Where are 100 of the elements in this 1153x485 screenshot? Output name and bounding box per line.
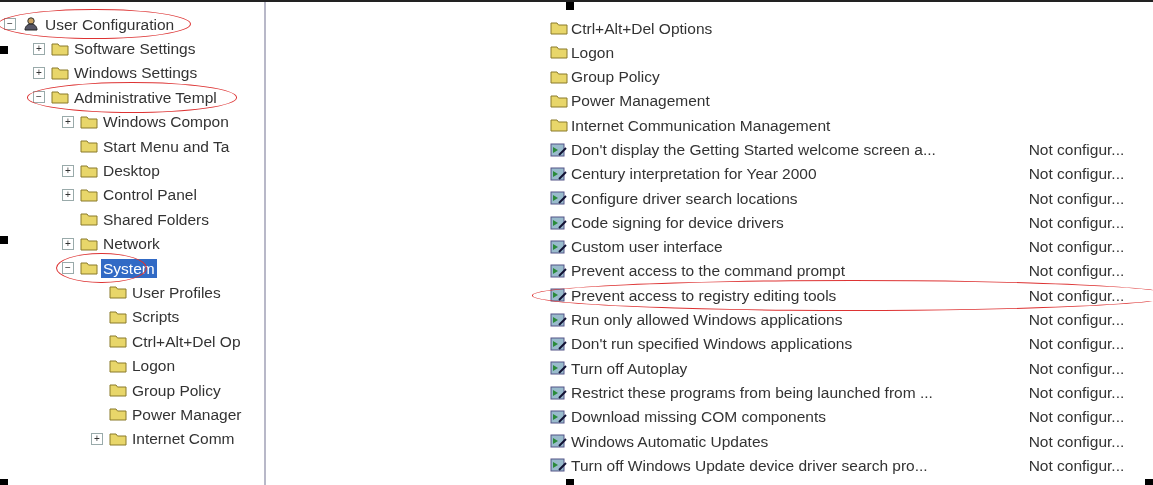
tree-item[interactable]: Administrative Templ: [72, 87, 219, 107]
folder-icon: [109, 431, 127, 446]
list-item-name[interactable]: Internet Communication Management: [571, 113, 1031, 137]
tree-item[interactable]: Software Settings: [72, 39, 198, 59]
resize-handle: [566, 479, 574, 485]
setting-state: Not configur...: [1028, 140, 1126, 160]
tree-item[interactable]: Shared Folders: [101, 209, 211, 229]
resize-handle: [0, 236, 8, 244]
folder-icon: [550, 94, 568, 109]
tree-item[interactable]: Control Panel: [101, 185, 199, 205]
policy-icon: [550, 264, 568, 279]
list-item-name[interactable]: Run only allowed Windows applications: [571, 308, 1029, 332]
setting-state: Not configur...: [1028, 310, 1126, 331]
list-item-name[interactable]: Download missing COM components: [571, 405, 1029, 429]
tree-item[interactable]: Windows Compon: [101, 112, 231, 132]
expand-toggle[interactable]: +: [62, 164, 74, 177]
user-icon: [22, 17, 40, 32]
folder-icon: [51, 41, 69, 56]
folder-icon: [80, 114, 98, 129]
tree-item[interactable]: Desktop: [101, 161, 162, 181]
folder-icon: [109, 358, 127, 373]
setting-state: Not configur...: [1028, 237, 1126, 258]
expand-toggle[interactable]: −: [4, 18, 16, 31]
policy-icon: [550, 385, 568, 400]
tree-item[interactable]: User Configuration: [43, 14, 177, 34]
tree-item[interactable]: Internet Comm: [130, 429, 237, 449]
tree-item[interactable]: Group Policy: [130, 380, 223, 400]
list-item-name[interactable]: Prevent access to the command prompt: [571, 259, 1029, 283]
list-item-name[interactable]: Turn off Autoplay: [571, 356, 1029, 380]
setting-state: Not configur...: [1028, 358, 1126, 379]
resize-handle: [1145, 479, 1153, 485]
tree-item[interactable]: Logon: [130, 356, 178, 376]
expand-toggle[interactable]: +: [62, 237, 74, 250]
folder-icon: [80, 187, 98, 202]
policy-icon: [550, 361, 568, 376]
list-item-name[interactable]: Prevent access to registry editing tools: [571, 283, 1029, 308]
folder-icon: [109, 407, 127, 422]
folder-icon: [109, 285, 127, 300]
setting-state: Not configur...: [1028, 285, 1126, 306]
tree-item[interactable]: Start Menu and Ta: [101, 136, 232, 156]
folder-icon: [550, 69, 568, 84]
expand-toggle[interactable]: −: [62, 262, 74, 275]
tree-item[interactable]: Ctrl+Alt+Del Op: [130, 331, 243, 351]
policy-icon: [550, 312, 568, 327]
expand-toggle[interactable]: +: [62, 115, 74, 128]
setting-state: Not configur...: [1028, 261, 1126, 282]
tree-item[interactable]: Scripts: [130, 307, 182, 327]
tree-item[interactable]: Power Manager: [130, 404, 244, 424]
expand-toggle[interactable]: +: [62, 188, 74, 201]
folder-icon: [51, 65, 69, 80]
folder-icon: [109, 334, 127, 349]
policy-icon: [550, 215, 568, 230]
resize-handle: [0, 46, 8, 54]
folder-icon: [80, 261, 98, 276]
folder-icon: [109, 383, 127, 398]
policy-icon: [550, 142, 568, 157]
tree-item[interactable]: User Profiles: [130, 283, 223, 302]
setting-state: Not configur...: [1028, 407, 1126, 428]
setting-state: Not configur...: [1028, 334, 1126, 355]
expand-toggle[interactable]: −: [33, 91, 45, 104]
policy-icon: [550, 166, 568, 181]
policy-icon: [550, 409, 568, 424]
setting-state: Not configur...: [1028, 212, 1126, 233]
list-item-name[interactable]: Turn off Windows Update device driver search pro...: [571, 453, 1029, 478]
expand-toggle[interactable]: +: [33, 42, 45, 55]
folder-icon: [109, 309, 127, 324]
folder-icon: [550, 45, 568, 60]
list-item-name[interactable]: Ctrl+Alt+Del Options: [571, 16, 1031, 40]
policy-icon: [550, 191, 568, 206]
folder-icon: [550, 118, 568, 133]
list-item-name[interactable]: Don't run specified Windows applications: [571, 332, 1029, 356]
list-item-name[interactable]: Power Management: [571, 89, 1031, 113]
folder-icon: [80, 236, 98, 251]
folder-icon: [80, 163, 98, 178]
list-item-name[interactable]: Custom user interface: [571, 235, 1029, 259]
folder-icon: [550, 21, 568, 36]
tree-item[interactable]: System: [101, 258, 157, 278]
policy-icon: [550, 337, 568, 351]
policy-icon: [550, 434, 568, 449]
setting-state: Not configur...: [1028, 431, 1126, 452]
setting-state: Not configur...: [1028, 164, 1126, 185]
list-item-name[interactable]: Don't display the Getting Started welcome screen a...: [571, 138, 1029, 162]
setting-state: Not configur...: [1028, 382, 1126, 403]
folder-icon: [80, 212, 98, 227]
list-item-name[interactable]: Code signing for device drivers: [571, 210, 1029, 235]
folder-icon: [80, 139, 98, 154]
list-item-name[interactable]: Logon: [571, 40, 1031, 65]
resize-handle: [566, 2, 574, 10]
list-item-name[interactable]: Restrict these programs from being launched from ...: [571, 380, 1029, 405]
expand-toggle[interactable]: +: [91, 432, 103, 445]
expand-toggle[interactable]: +: [33, 66, 45, 79]
resize-handle: [0, 479, 8, 485]
list-item-name[interactable]: Group Policy: [571, 65, 1031, 89]
tree-item[interactable]: Network: [101, 234, 162, 254]
list-item-name[interactable]: Century interpretation for Year 2000: [571, 162, 1029, 186]
list-item-name[interactable]: Windows Automatic Updates: [571, 429, 1029, 453]
tree-item[interactable]: Windows Settings: [72, 63, 200, 83]
list-item-name[interactable]: Configure driver search locations: [571, 186, 1029, 210]
policy-icon: [550, 458, 568, 473]
setting-state: Not configur...: [1028, 455, 1126, 476]
